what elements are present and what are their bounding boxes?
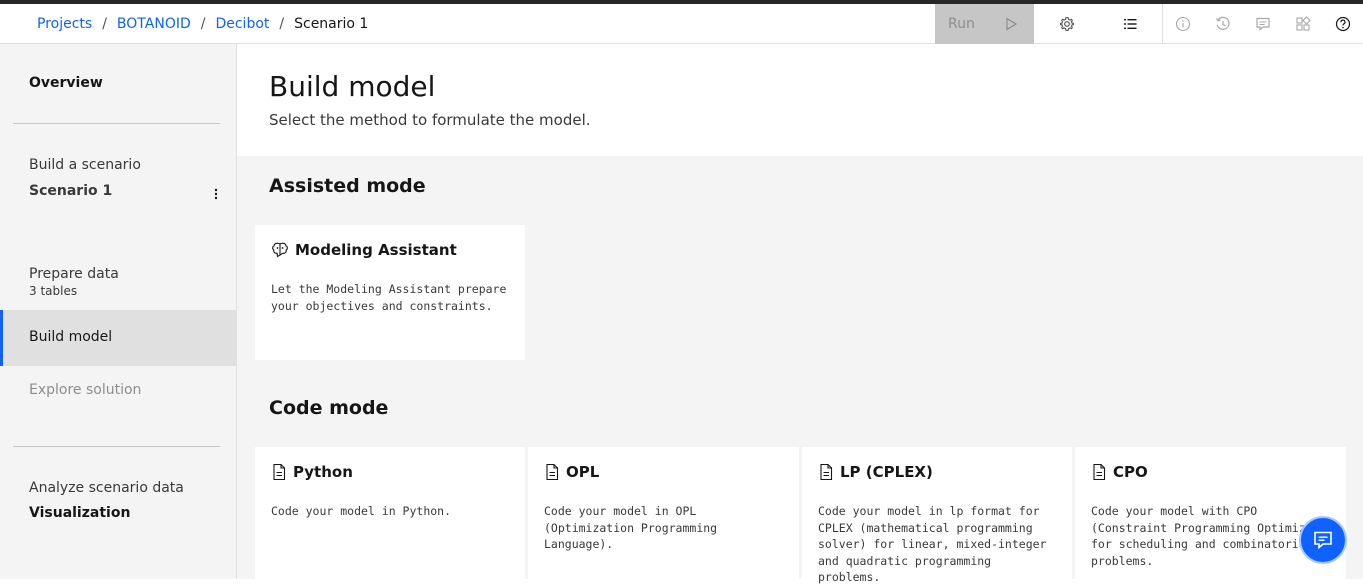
history-button[interactable]: [1203, 4, 1243, 44]
sidebar-prepare-data-count: 3 tables: [29, 284, 78, 298]
breadcrumb-projects[interactable]: Projects: [37, 16, 92, 32]
document-icon: [546, 463, 559, 481]
list-button[interactable]: [1110, 4, 1150, 44]
tile-title: CPO: [1113, 463, 1148, 481]
run-label: Run: [948, 16, 975, 32]
tile-description: Code your model with CPO (Constraint Pro…: [1091, 504, 1327, 568]
tile-description: Code your model in OPL (Optimization Pro…: [544, 504, 718, 551]
sidebar-item-explore-solution[interactable]: Explore solution: [29, 382, 141, 398]
tile-header: Modeling Assistant: [271, 241, 457, 259]
sidebar-item-prepare-data[interactable]: Prepare data: [29, 266, 119, 282]
breadcrumb-botanoid[interactable]: BOTANOID: [117, 16, 191, 32]
breadcrumb-separator: /: [102, 16, 107, 32]
tile-header: OPL: [544, 463, 599, 481]
tile-header: LP (CPLEX): [818, 463, 933, 481]
sidebar-divider: [13, 123, 220, 124]
sidebar-divider: [13, 446, 220, 447]
tile-header: Python: [271, 463, 353, 481]
document-icon: [273, 463, 286, 481]
brain-icon: [272, 242, 288, 258]
tile-description: Code your model in Python.: [271, 504, 452, 518]
info-icon: [1175, 16, 1191, 32]
sidebar: Overview Build a scenario Scenario 1 Pre…: [0, 44, 237, 579]
comment-icon: [1256, 17, 1270, 31]
apps-button[interactable]: [1283, 4, 1323, 44]
breadcrumb-current: Scenario 1: [294, 16, 369, 32]
opl-tile[interactable]: OPL Code your model in OPL (Optimization…: [528, 447, 799, 587]
help-button[interactable]: [1323, 4, 1363, 44]
tile-title: Modeling Assistant: [295, 241, 457, 259]
tile-header: CPO: [1091, 463, 1148, 481]
breadcrumb-separator: /: [200, 16, 206, 32]
comment-button[interactable]: [1243, 4, 1283, 44]
overflow-menu-icon: [214, 188, 218, 200]
run-button[interactable]: Run: [935, 4, 1034, 44]
breadcrumb-separator: /: [279, 16, 285, 32]
document-icon: [1093, 463, 1106, 481]
settings-button[interactable]: [1047, 4, 1087, 44]
sidebar-item-overview[interactable]: Overview: [29, 75, 103, 91]
sidebar-build-model-label: Build model: [29, 329, 113, 345]
play-icon: [1006, 17, 1018, 31]
breadcrumb: Projects / BOTANOID / Decibot / Scenario…: [37, 4, 368, 44]
sidebar-build-scenario-label: Build a scenario: [29, 157, 141, 173]
modeling-assistant-tile[interactable]: Modeling Assistant Let the Modeling Assi…: [255, 225, 525, 360]
header: Projects / BOTANOID / Decibot / Scenario…: [0, 4, 1363, 44]
page-subtitle: Select the method to formulate the model…: [269, 111, 591, 129]
chat-button[interactable]: [1299, 516, 1347, 564]
sidebar-scenario-name[interactable]: Scenario 1: [29, 183, 112, 199]
tile-title: OPL: [566, 463, 600, 481]
lp-cplex-tile[interactable]: LP (CPLEX) Code your model in lp format …: [802, 447, 1072, 587]
breadcrumb-decibot[interactable]: Decibot: [215, 16, 269, 32]
apps-icon: [1296, 16, 1311, 31]
page-header: Build model Select the method to formula…: [237, 44, 1363, 156]
tile-title: LP (CPLEX): [840, 463, 933, 481]
document-icon: [820, 463, 833, 481]
list-icon: [1124, 19, 1137, 29]
history-icon: [1215, 16, 1230, 30]
sidebar-analyze-label: Analyze scenario data: [29, 480, 184, 496]
settings-icon: [1059, 16, 1075, 32]
scenario-overflow-menu[interactable]: [208, 184, 224, 204]
code-mode-title: Code mode: [269, 397, 389, 419]
sidebar-item-visualization[interactable]: Visualization: [29, 505, 130, 521]
info-button[interactable]: [1163, 4, 1203, 44]
assisted-mode-title: Assisted mode: [269, 175, 426, 197]
page-title: Build model: [269, 70, 436, 103]
sidebar-item-build-model[interactable]: Build model: [0, 310, 236, 366]
python-tile[interactable]: Python Code your model in Python.: [255, 447, 525, 587]
tile-description: Let the Modeling Assistant prepare your …: [271, 282, 507, 313]
chat-icon: [1314, 531, 1332, 550]
tile-title: Python: [293, 463, 353, 481]
cpo-tile[interactable]: CPO Code your model with CPO (Constraint…: [1075, 447, 1346, 587]
tile-description: Code your model in lp format for CPLEX (…: [818, 504, 1047, 584]
main-content: Build model Select the method to formula…: [237, 44, 1363, 587]
help-icon: [1335, 16, 1351, 32]
